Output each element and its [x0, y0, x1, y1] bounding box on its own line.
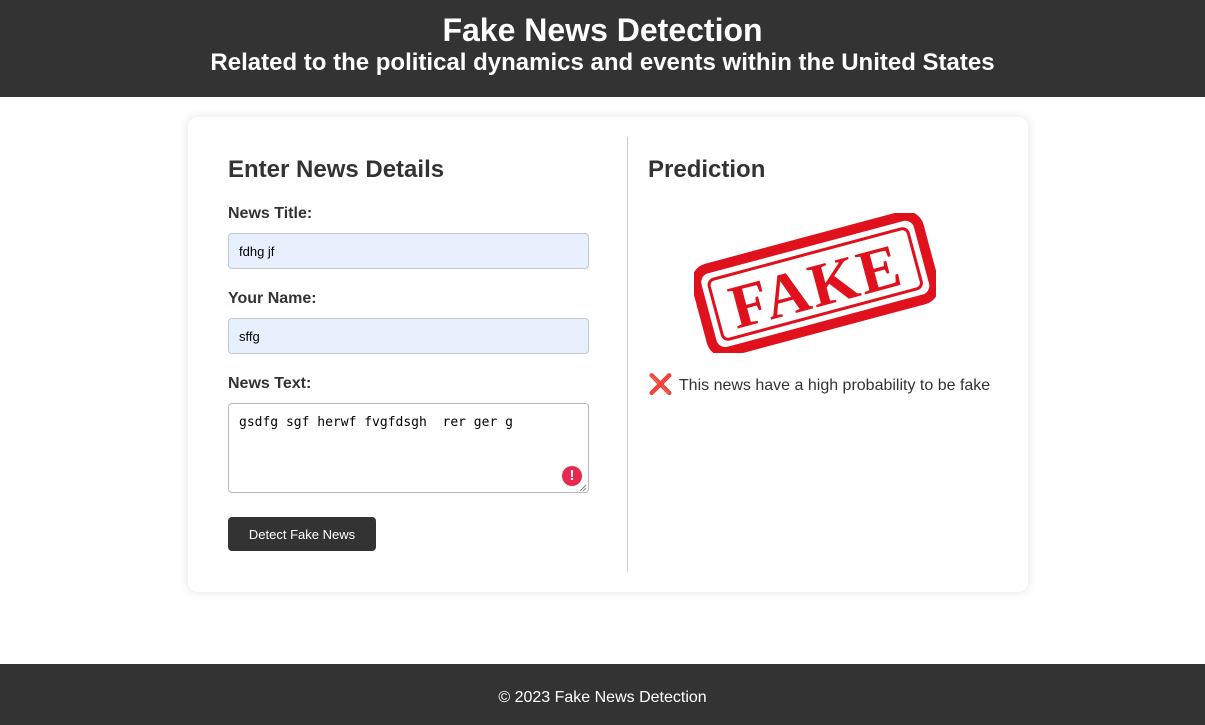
- news-text-label: News Text:: [228, 375, 312, 392]
- fake-stamp-image: FAKE: [694, 213, 936, 353]
- resize-grip-icon[interactable]: [579, 484, 587, 492]
- form-heading: Enter News Details: [228, 156, 445, 183]
- your-name-label: Your Name:: [228, 290, 317, 307]
- page-subtitle: Related to the political dynamics and ev…: [210, 49, 995, 76]
- page-title: Fake News Detection: [442, 12, 763, 48]
- prediction-result-text: This news have a high probability to be …: [678, 377, 991, 394]
- news-title-label: News Title:: [228, 205, 313, 222]
- cross-mark-icon: ❌: [648, 374, 673, 396]
- page-footer: © 2023 Fake News Detection: [0, 664, 1205, 725]
- page-header: Fake News Detection Related to the polit…: [0, 0, 1205, 97]
- footer-copyright: © 2023 Fake News Detection: [498, 689, 707, 706]
- prediction-result: ❌ This news have a high probability to be…: [648, 375, 990, 396]
- your-name-input[interactable]: [228, 318, 589, 354]
- news-text-area[interactable]: gsdfg sgf herwf fvgfdsgh rer ger g: [228, 403, 589, 493]
- detect-fake-news-button[interactable]: Detect Fake News: [228, 517, 376, 551]
- validation-alert-icon: !: [562, 466, 582, 486]
- main-card: Enter News Details News Title: Your Name…: [188, 117, 1028, 592]
- panel-divider: [627, 137, 628, 572]
- news-title-input[interactable]: [228, 233, 589, 269]
- prediction-heading: Prediction: [648, 156, 766, 183]
